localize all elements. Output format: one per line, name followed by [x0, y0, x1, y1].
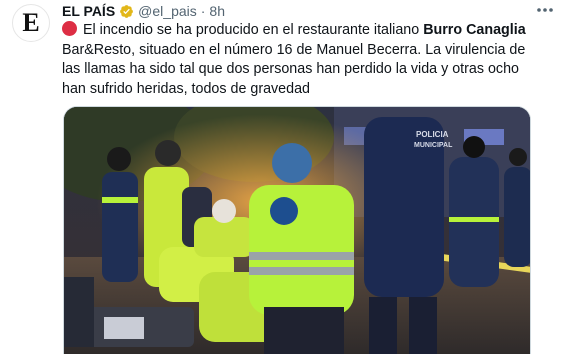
- timestamp[interactable]: 8h: [209, 3, 225, 19]
- tweet-photo[interactable]: POLICIA MUNICIPAL: [63, 106, 531, 354]
- police-label-1: POLICIA: [416, 130, 449, 139]
- tweet-text: El incendio se ha producido en el restau…: [62, 21, 542, 99]
- red-circle-emoji: [62, 21, 77, 36]
- separator: ·: [200, 3, 206, 19]
- display-name[interactable]: EL PAÍS: [62, 3, 115, 19]
- verified-badge-icon: [120, 4, 134, 18]
- tweet-header: EL PAÍS @el_pais · 8h: [62, 2, 555, 20]
- fire-scene-photo: POLICIA MUNICIPAL: [64, 107, 530, 354]
- tweet-text-start: El incendio se ha producido en el restau…: [83, 22, 424, 38]
- avatar[interactable]: E: [12, 4, 50, 42]
- handle[interactable]: @el_pais: [138, 3, 197, 19]
- restaurant-name: Burro Canaglia: [423, 22, 526, 38]
- police-label-2: MUNICIPAL: [414, 142, 453, 149]
- more-options-icon[interactable]: [535, 2, 555, 18]
- tweet-text-end: Bar&Resto, situado en el número 16 de Ma…: [62, 41, 526, 97]
